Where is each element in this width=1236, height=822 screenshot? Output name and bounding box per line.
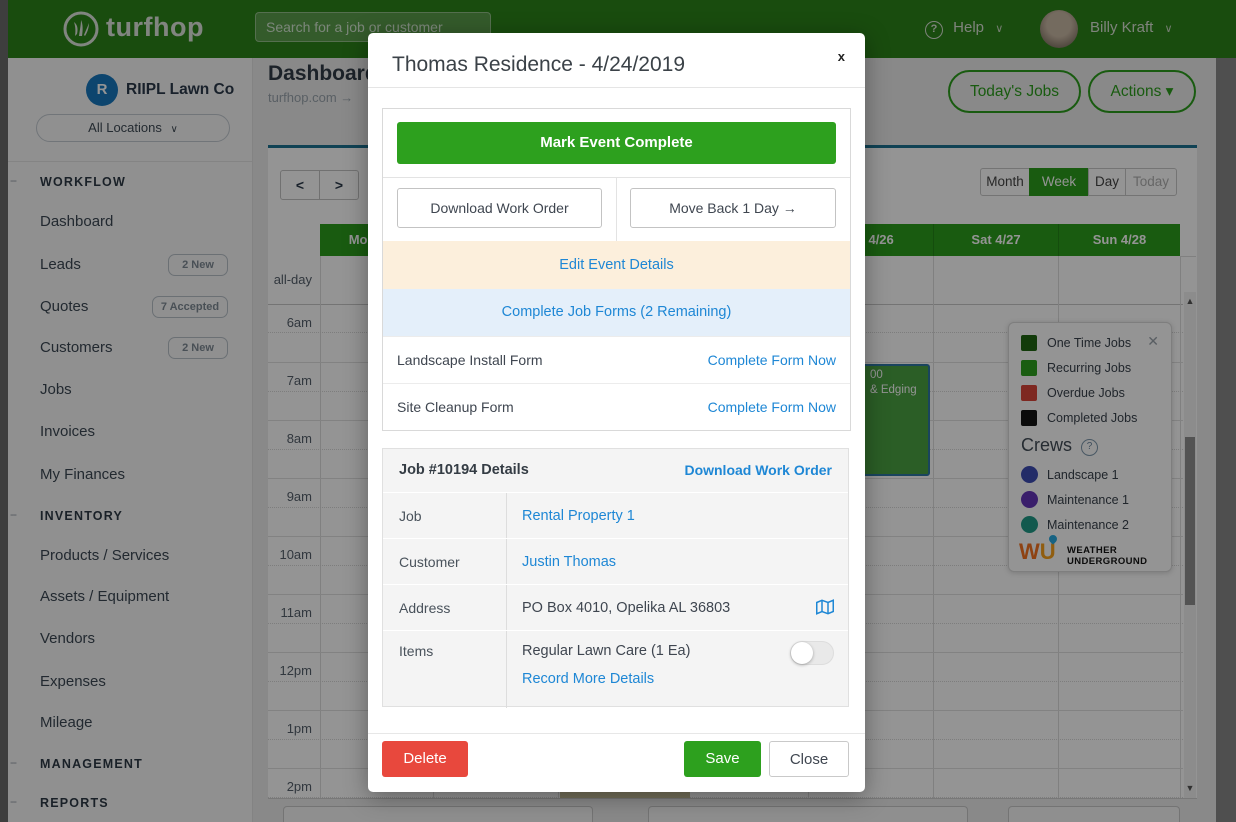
divider	[506, 539, 507, 585]
divider	[506, 585, 507, 631]
detail-label: Items	[399, 643, 433, 659]
modal-close-icon[interactable]: x	[838, 49, 845, 64]
item-value: Regular Lawn Care (1 Ea)	[522, 643, 690, 659]
detail-row-job: Job Rental Property 1	[383, 492, 848, 539]
job-details-heading: Job #10194 Details	[399, 449, 529, 492]
app-window: turfhop ? Help ∨ Billy Kraft ∨ R RIIPL L…	[0, 0, 1236, 822]
form-name: Landscape Install Form	[397, 337, 543, 383]
close-button[interactable]: Close	[769, 741, 849, 777]
detail-row-customer: Customer Justin Thomas	[383, 538, 848, 585]
download-work-order-button[interactable]: Download Work Order	[397, 188, 602, 228]
complete-form-now-link[interactable]: Complete Form Now	[708, 337, 836, 383]
form-name: Site Cleanup Form	[397, 384, 514, 430]
browser-scrollbar[interactable]	[1216, 58, 1236, 822]
delete-button[interactable]: Delete	[382, 741, 468, 777]
save-button[interactable]: Save	[684, 741, 761, 777]
form-row: Landscape Install Form Complete Form Now	[383, 336, 850, 383]
detail-row-items: Items Regular Lawn Care (1 Ea) Record Mo…	[383, 630, 848, 708]
record-more-details-link[interactable]: Record More Details	[522, 671, 654, 687]
window-edge	[0, 0, 8, 822]
complete-form-now-link[interactable]: Complete Form Now	[708, 384, 836, 430]
job-details-panel: Job #10194 Details Download Work Order J…	[382, 448, 849, 707]
detail-label: Address	[399, 585, 450, 631]
modal-footer: Delete Save Close	[368, 733, 865, 793]
divider	[616, 177, 617, 241]
toggle-knob	[791, 642, 813, 664]
address-value: PO Box 4010, Opelika AL 36803	[522, 585, 730, 631]
move-back-button[interactable]: Move Back 1 Day →	[630, 188, 836, 228]
map-icon[interactable]	[816, 599, 834, 620]
job-link[interactable]: Rental Property 1	[522, 493, 635, 539]
event-modal: Thomas Residence - 4/24/2019 x Mark Even…	[368, 33, 865, 792]
edit-event-details-link[interactable]: Edit Event Details	[383, 241, 850, 289]
detail-label: Job	[399, 493, 422, 539]
event-actions-group: Mark Event Complete Download Work Order …	[382, 108, 851, 431]
item-toggle[interactable]	[790, 641, 834, 665]
divider	[506, 631, 507, 708]
form-row: Site Cleanup Form Complete Form Now	[383, 383, 850, 430]
download-work-order-link[interactable]: Download Work Order	[684, 449, 832, 492]
job-details-header: Job #10194 Details Download Work Order	[383, 449, 848, 493]
divider	[506, 493, 507, 539]
modal-title: Thomas Residence - 4/24/2019	[392, 53, 685, 77]
customer-link[interactable]: Justin Thomas	[522, 539, 616, 585]
mark-event-complete-button[interactable]: Mark Event Complete	[397, 122, 836, 164]
divider	[368, 87, 865, 88]
complete-job-forms-link[interactable]: Complete Job Forms (2 Remaining)	[383, 289, 850, 336]
detail-row-address: Address PO Box 4010, Opelika AL 36803	[383, 584, 848, 631]
detail-label: Customer	[399, 539, 460, 585]
